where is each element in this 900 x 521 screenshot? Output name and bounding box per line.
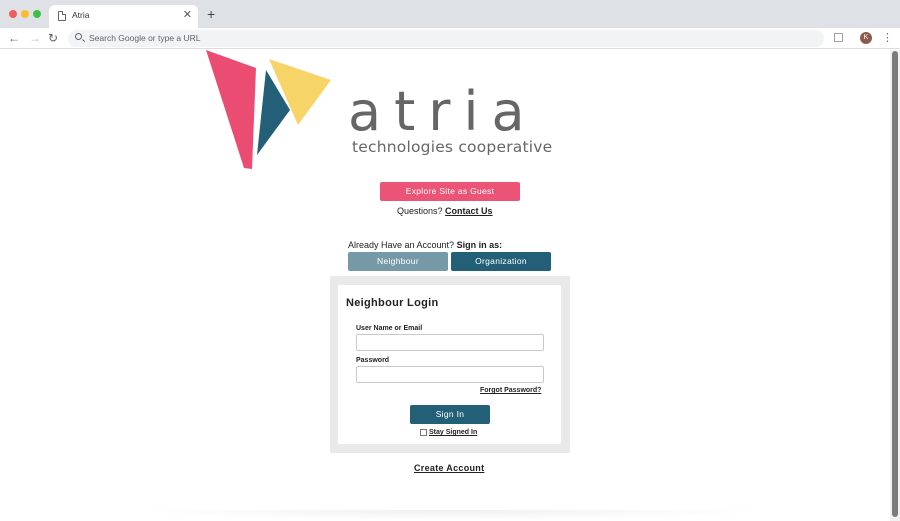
browser-toolbar: ← → ↻ Search Google or type a URL bbox=[0, 28, 900, 49]
forward-button[interactable]: → bbox=[29, 30, 41, 46]
back-button[interactable]: ← bbox=[8, 30, 20, 46]
reload-button[interactable]: ↻ bbox=[48, 30, 58, 46]
tab-close-icon[interactable]: ✕ bbox=[183, 8, 192, 22]
questions-label: Questions? bbox=[397, 206, 443, 216]
new-tab-button[interactable]: + bbox=[207, 7, 215, 21]
signin-as-prompt: Already Have an Account? Sign in as: bbox=[348, 240, 502, 250]
username-input[interactable] bbox=[356, 334, 544, 351]
tab-title: Atria bbox=[72, 10, 90, 20]
forgot-password-link[interactable]: Forgot Password? bbox=[480, 387, 541, 394]
address-bar-placeholder: Search Google or type a URL bbox=[89, 33, 201, 43]
contact-us-link[interactable]: Contact Us bbox=[445, 206, 493, 216]
logo-pink-shape bbox=[206, 50, 256, 169]
address-bar[interactable]: Search Google or type a URL bbox=[68, 30, 824, 47]
username-label: User Name or Email bbox=[356, 325, 423, 332]
sign-in-button[interactable]: Sign In bbox=[410, 405, 490, 424]
search-icon bbox=[75, 33, 82, 40]
browser-tab[interactable]: Atria ✕ bbox=[49, 5, 198, 28]
stay-signed-in-label[interactable]: Stay Signed In bbox=[429, 429, 477, 436]
minimize-window-button[interactable] bbox=[21, 10, 29, 18]
close-window-button[interactable] bbox=[9, 10, 17, 18]
signin-as-prefix: Already Have an Account? bbox=[348, 240, 455, 250]
browser-menu-icon[interactable]: ⋮ bbox=[882, 30, 893, 46]
page-icon bbox=[58, 11, 66, 21]
logo-wordmark: atria bbox=[348, 80, 538, 143]
questions-line: Questions? Contact Us bbox=[397, 206, 493, 216]
password-input[interactable] bbox=[356, 366, 544, 383]
page-scrollbar-thumb[interactable] bbox=[892, 51, 898, 517]
page-bottom-shadow bbox=[130, 510, 770, 521]
signin-as-bold: Sign in as: bbox=[456, 240, 503, 250]
login-title: Neighbour Login bbox=[346, 297, 439, 309]
profile-avatar[interactable]: K bbox=[860, 32, 872, 44]
logo-tagline: technologies cooperative bbox=[352, 138, 553, 156]
maximize-window-button[interactable] bbox=[33, 10, 41, 18]
browser-tabstrip: Atria ✕ + bbox=[0, 0, 900, 28]
extension-icon[interactable] bbox=[834, 33, 843, 42]
atria-logo-mark bbox=[206, 50, 331, 169]
neighbour-role-button[interactable]: Neighbour bbox=[348, 252, 448, 271]
password-label: Password bbox=[356, 357, 390, 364]
organization-role-button[interactable]: Organization bbox=[451, 252, 551, 271]
stay-signed-in-checkbox[interactable] bbox=[420, 429, 427, 436]
create-account-link[interactable]: Create Account bbox=[414, 463, 484, 473]
explore-as-guest-button[interactable]: Explore Site as Guest bbox=[380, 182, 520, 201]
